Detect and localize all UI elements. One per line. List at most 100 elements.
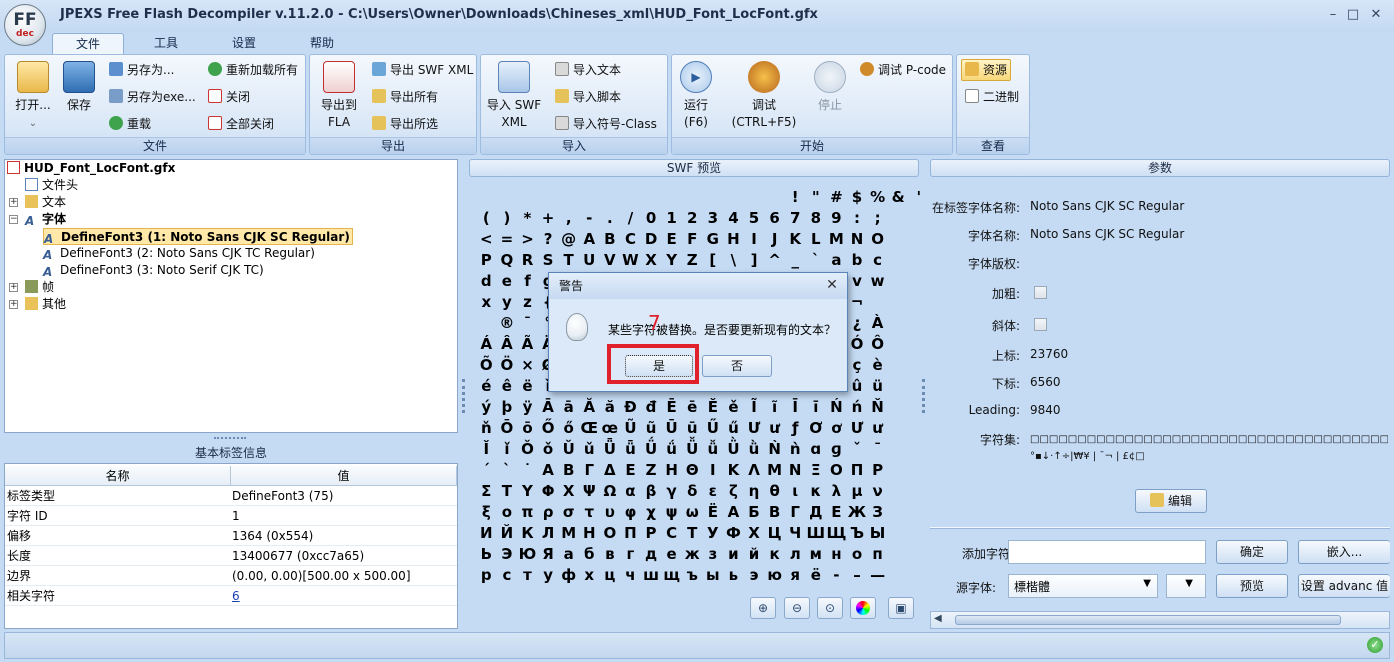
save-as-button[interactable]: 另存为... bbox=[109, 60, 174, 80]
glyph-cell: Ш bbox=[806, 524, 826, 542]
table-row[interactable]: 长度 13400677 (0xcc7a65) bbox=[5, 546, 457, 566]
tree-item-header[interactable]: 文件头 bbox=[25, 177, 78, 194]
tree-item-font-3[interactable]: A DefineFont3 (3: Noto Serif CJK TC) bbox=[43, 262, 264, 279]
glyph-cell: M bbox=[828, 230, 844, 248]
debug-pcode-button[interactable]: 调试 P-code bbox=[860, 60, 946, 80]
export-selected-button[interactable]: 导出所选 bbox=[372, 114, 438, 134]
tree-item-others[interactable]: 其他 bbox=[25, 296, 66, 313]
glyph-cell: л bbox=[789, 545, 801, 563]
table-row[interactable]: 偏移 1364 (0x554) bbox=[5, 526, 457, 546]
glyph-cell: 2 bbox=[687, 209, 698, 227]
expand-icon[interactable]: + bbox=[9, 283, 18, 292]
glyph-cell: ч bbox=[625, 566, 636, 584]
tab-file[interactable]: 文件 bbox=[52, 33, 124, 54]
table-row[interactable]: 相关字符 6 bbox=[5, 586, 457, 606]
close-all-button[interactable]: 全部关闭 bbox=[208, 114, 274, 134]
glyph-cell: Õ bbox=[479, 356, 493, 374]
glyph-cell: Ā bbox=[542, 398, 554, 416]
tree-item-frames[interactable]: 帧 bbox=[25, 279, 54, 296]
no-button[interactable]: 否 bbox=[702, 355, 772, 377]
italic-checkbox[interactable] bbox=[1034, 318, 1047, 331]
reload-button[interactable]: 重载 bbox=[109, 114, 151, 134]
dialog-close-icon[interactable]: ✕ bbox=[823, 276, 841, 294]
background-color-button[interactable] bbox=[850, 597, 876, 619]
splitter-handle[interactable] bbox=[462, 379, 465, 413]
export-swf-xml-button[interactable]: 导出 SWF XML bbox=[372, 60, 473, 80]
confirm-button[interactable]: 确定 bbox=[1216, 540, 1288, 564]
import-script-button[interactable]: 导入脚本 bbox=[555, 87, 621, 107]
save-button[interactable]: 保存 bbox=[59, 61, 99, 114]
glyph-cell: > bbox=[521, 230, 534, 248]
glyph-cell: λ bbox=[831, 482, 842, 500]
glyph-cell: W bbox=[622, 251, 639, 269]
export-all-button[interactable]: 导出所有 bbox=[372, 87, 438, 107]
zoom-fit-button[interactable]: ⊙ bbox=[817, 597, 843, 619]
close-button[interactable]: 关闭 bbox=[208, 87, 250, 107]
column-header-value[interactable]: 值 bbox=[231, 466, 457, 486]
snapshot-button[interactable]: ▣ bbox=[888, 597, 914, 619]
scroll-thumb[interactable] bbox=[955, 615, 1341, 625]
import-symbol-class-button[interactable]: 导入符号-Class bbox=[555, 114, 657, 134]
table-row[interactable]: 标签类型 DefineFont3 (75) bbox=[5, 486, 457, 506]
swf-preview-panel: SWF 预览 ! " # $% & '() * +, -./0 1 2 3 4 5 6 7 8 9:; < = >? @ A… bbox=[462, 159, 928, 629]
import-swf-xml-button[interactable]: 导入 SWF XML bbox=[485, 61, 543, 131]
scroll-left-icon[interactable]: ◀ bbox=[934, 613, 942, 624]
tree-item-font-1[interactable]: A DefineFont3 (1: Noto Sans CJK SC Regula… bbox=[43, 228, 353, 246]
glyph-cell: ы bbox=[706, 566, 720, 584]
save-as-exe-button[interactable]: 另存为exe... bbox=[109, 87, 196, 107]
horizontal-scrollbar[interactable]: ◀ bbox=[930, 611, 1390, 629]
tree-item-fonts[interactable]: A 字体 bbox=[25, 211, 66, 228]
glyph-cell: X bbox=[645, 251, 657, 269]
import-text-button[interactable]: 导入文本 bbox=[555, 60, 621, 80]
zoom-out-button[interactable]: ⊖ bbox=[784, 597, 810, 619]
resources-button[interactable]: 资源 bbox=[961, 59, 1012, 81]
table-row[interactable]: 字符 ID 1 bbox=[5, 506, 457, 526]
binary-button[interactable]: 二进制 bbox=[965, 87, 1019, 107]
tab-settings[interactable]: 设置 bbox=[218, 33, 270, 54]
resource-tree[interactable]: HUD_Font_LocFont.gfx 文件头 + 文本 − A 字体 A Def… bbox=[4, 159, 458, 433]
glyph-cell: Ń bbox=[830, 398, 843, 416]
minimize-button[interactable]: – bbox=[1325, 7, 1341, 23]
splitter-handle[interactable] bbox=[214, 437, 246, 441]
preview-button[interactable]: 预览 bbox=[1216, 574, 1288, 598]
tab-help[interactable]: 帮助 bbox=[296, 33, 348, 54]
collapse-icon[interactable]: − bbox=[9, 215, 18, 224]
debug-button[interactable]: 调试 (CTRL+F5) bbox=[724, 61, 804, 131]
app-logo[interactable]: FF dec bbox=[4, 4, 46, 46]
tree-item-text[interactable]: 文本 bbox=[25, 194, 66, 211]
glyph-cell: υ bbox=[604, 503, 615, 521]
run-button[interactable]: ▶ 运行 (F6) bbox=[676, 61, 716, 131]
related-char-link[interactable]: 6 bbox=[232, 586, 240, 606]
font-style-select[interactable]: ▼ bbox=[1166, 574, 1206, 598]
add-chars-input[interactable] bbox=[1008, 540, 1206, 564]
stop-button[interactable]: 停止 bbox=[810, 61, 850, 114]
glyph-cell: L bbox=[811, 230, 821, 248]
glyph-cell: Ε bbox=[625, 461, 636, 479]
expand-icon[interactable]: + bbox=[9, 300, 18, 309]
glyph-cell: Ъ bbox=[849, 524, 865, 542]
zoom-in-button[interactable]: ⊕ bbox=[750, 597, 776, 619]
edit-button[interactable]: 编辑 bbox=[1135, 489, 1207, 513]
export-fla-button[interactable]: 导出到 FLA bbox=[314, 61, 364, 131]
column-header-name[interactable]: 名称 bbox=[5, 466, 231, 486]
tree-root[interactable]: HUD_Font_LocFont.gfx bbox=[7, 160, 175, 177]
debug-label-1: 调试 bbox=[751, 98, 776, 112]
tree-item-font-2[interactable]: A DefineFont3 (2: Noto Sans CJK TC Regula… bbox=[43, 245, 315, 262]
glyph-cell: ē bbox=[687, 398, 698, 416]
maximize-button[interactable]: □ bbox=[1345, 7, 1361, 23]
set-advance-button[interactable]: 设置 advanc 值 bbox=[1298, 574, 1390, 598]
tab-tools[interactable]: 工具 bbox=[140, 33, 192, 54]
source-font-select[interactable]: 標楷體 ▼ bbox=[1008, 574, 1158, 598]
open-button[interactable]: 打开... ⌄ bbox=[9, 61, 57, 132]
table-row[interactable]: 边界 (0.00, 0.00)[500.00 x 500.00] bbox=[5, 566, 457, 586]
chevron-down-icon: ▼ bbox=[1143, 578, 1151, 589]
expand-icon[interactable]: + bbox=[9, 198, 18, 207]
glyph-row: P Q R S T U V W X Y Z [\] ^ _ ` a b c bbox=[476, 250, 888, 271]
embed-button[interactable]: 嵌入... bbox=[1298, 540, 1390, 564]
close-window-button[interactable]: ✕ bbox=[1368, 7, 1384, 23]
reload-all-button[interactable]: 重新加载所有 bbox=[208, 60, 298, 80]
bold-checkbox[interactable] bbox=[1034, 286, 1047, 299]
glyph-cell: ě bbox=[728, 398, 739, 416]
splitter-handle[interactable] bbox=[922, 379, 925, 413]
glyph-cell: Ǘ bbox=[644, 440, 658, 458]
